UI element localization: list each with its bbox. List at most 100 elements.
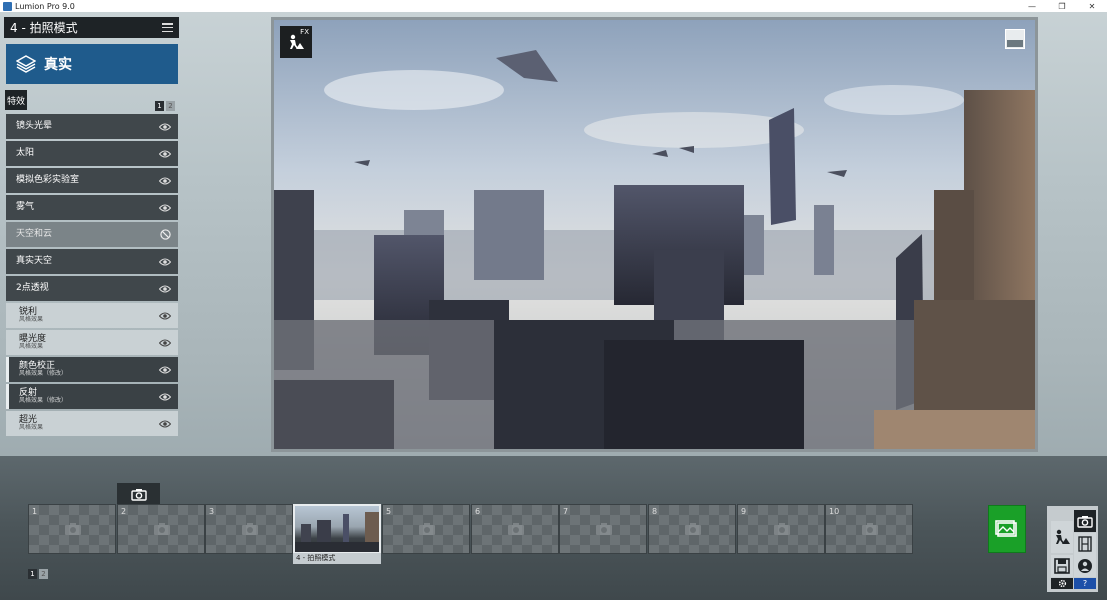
effect-item-reflection[interactable]: 反射 风格效果（修改） [6,384,178,409]
effect-item-fog[interactable]: 雾气 [6,195,178,220]
effect-label: 天空和云 [16,229,53,240]
window-controls: — ❐ ✕ [1017,0,1107,12]
effect-item-sun[interactable]: 太阳 [6,141,178,166]
eye-icon[interactable] [159,150,171,158]
photo-slot-2[interactable]: 2 [117,504,205,554]
photo-slot-10[interactable]: 10 [825,504,913,554]
effect-sublabel: 风格效果（修改） [19,397,68,405]
close-button[interactable]: ✕ [1077,0,1107,12]
city-scene-image [274,20,1035,449]
photo-mode-button[interactable] [1074,510,1096,532]
effect-item-exposure[interactable]: 曝光度 风格效果 [6,330,178,355]
restore-button[interactable]: ❐ [1047,0,1077,12]
slots-page-2[interactable]: 2 [39,569,48,579]
camera-icon [596,523,612,535]
camera-icon [1077,515,1093,528]
effect-item-hyperlight[interactable]: 超光 风格效果 [6,411,178,436]
effect-sublabel: 风格效果 [19,424,44,432]
eye-icon[interactable] [159,123,171,131]
effect-item-two-point-perspective[interactable]: 2点透视 [6,276,178,301]
preset-button[interactable]: 真实 [6,44,178,84]
effect-item-real-sky[interactable]: 真实天空 [6,249,178,274]
eye-icon[interactable] [159,258,171,266]
eye-icon[interactable] [159,393,171,401]
effect-item-sharpen[interactable]: 锐利 风格效果 [6,303,178,328]
camera-icon [154,523,170,535]
mode-header: 4 - 拍照模式 [4,17,179,38]
view-toggle-button[interactable] [1005,29,1025,49]
slot-number: 9 [741,507,747,516]
fx-button[interactable]: FX [280,26,312,58]
effect-sublabel: 风格效果（修改） [19,370,68,378]
eye-icon[interactable] [159,420,171,428]
effect-label: 镜头光晕 [16,121,53,132]
effects-tab[interactable]: 特效 [5,90,27,110]
photo-slot-1[interactable]: 1 [28,504,116,554]
photo-slot-5[interactable]: 5 [382,504,470,554]
effect-label: 雾气 [16,202,35,213]
minimize-button[interactable]: — [1017,0,1047,12]
fx-label: FX [300,28,309,36]
effects-page-2[interactable]: 2 [166,101,175,111]
slot-number: 2 [121,507,127,516]
effect-label: 模拟色彩实验室 [16,175,80,186]
take-photo-button[interactable] [117,483,160,505]
window-titlebar: Lumion Pro 9.0 — ❐ ✕ [0,0,1107,12]
camera-icon [130,488,147,501]
effect-item-lens-flare[interactable]: 镜头光晕 [6,114,178,139]
mode-title: 4 - 拍照模式 [10,21,78,35]
scene-view[interactable]: FX [274,20,1035,449]
lumion-app-icon [3,1,12,11]
slot-number: 5 [386,507,392,516]
effect-sublabel: 风格效果 [19,343,44,351]
photo-slot-3[interactable]: 3 [205,504,293,554]
photo-thumbnail [295,512,379,552]
eye-icon[interactable] [159,312,171,320]
slot-number: 7 [563,507,569,516]
camera-icon [862,523,878,535]
settings-button[interactable] [1051,578,1073,589]
render-button[interactable] [988,505,1026,553]
menu-icon[interactable] [162,23,173,32]
effect-label: 2点透视 [16,283,49,294]
slots-pager: 1 2 [28,569,48,579]
layers-icon [16,55,36,73]
save-button[interactable] [1051,555,1073,577]
window-title: Lumion Pro 9.0 [15,1,75,11]
photo-slot-7[interactable]: 7 [559,504,647,554]
camera-icon [65,523,81,535]
eye-icon[interactable] [159,177,171,185]
floppy-disk-icon [1054,558,1070,574]
photo-slot-4[interactable] [293,504,381,554]
disabled-icon[interactable] [160,229,171,240]
photo-slot-8[interactable]: 8 [648,504,736,554]
gear-icon [1058,579,1066,588]
eye-icon[interactable] [159,339,171,347]
worker-icon [290,34,304,49]
film-icon [1078,536,1092,552]
photo-render-icon [995,520,1017,537]
photo-slot-9[interactable]: 9 [737,504,825,554]
slots-page-1[interactable]: 1 [28,569,37,579]
360-panorama-button[interactable] [1074,555,1096,577]
effect-label: 太阳 [16,148,35,159]
effect-item-sky-clouds[interactable]: 天空和云 [6,222,178,247]
slot-number: 8 [652,507,658,516]
effect-item-color-lab[interactable]: 模拟色彩实验室 [6,168,178,193]
help-button[interactable]: ? [1074,578,1096,589]
render-viewport[interactable]: FX [271,17,1038,452]
effect-item-color-correction[interactable]: 颜色校正 风格效果（修改） [6,357,178,382]
build-mode-button[interactable] [1051,521,1073,553]
slot-number: 3 [209,507,215,516]
effects-page-1[interactable]: 1 [155,101,164,111]
eye-icon[interactable] [159,204,171,212]
eye-icon[interactable] [159,285,171,293]
movie-mode-button[interactable] [1074,533,1096,555]
preset-label: 真实 [44,57,72,73]
active-slot-caption: 4 - 拍照模式 [293,553,381,564]
photo-slot-6[interactable]: 6 [471,504,559,554]
eye-icon[interactable] [159,366,171,374]
effect-label: 真实天空 [16,256,53,267]
slot-number: 10 [829,507,840,516]
globe-person-icon [1078,559,1092,573]
